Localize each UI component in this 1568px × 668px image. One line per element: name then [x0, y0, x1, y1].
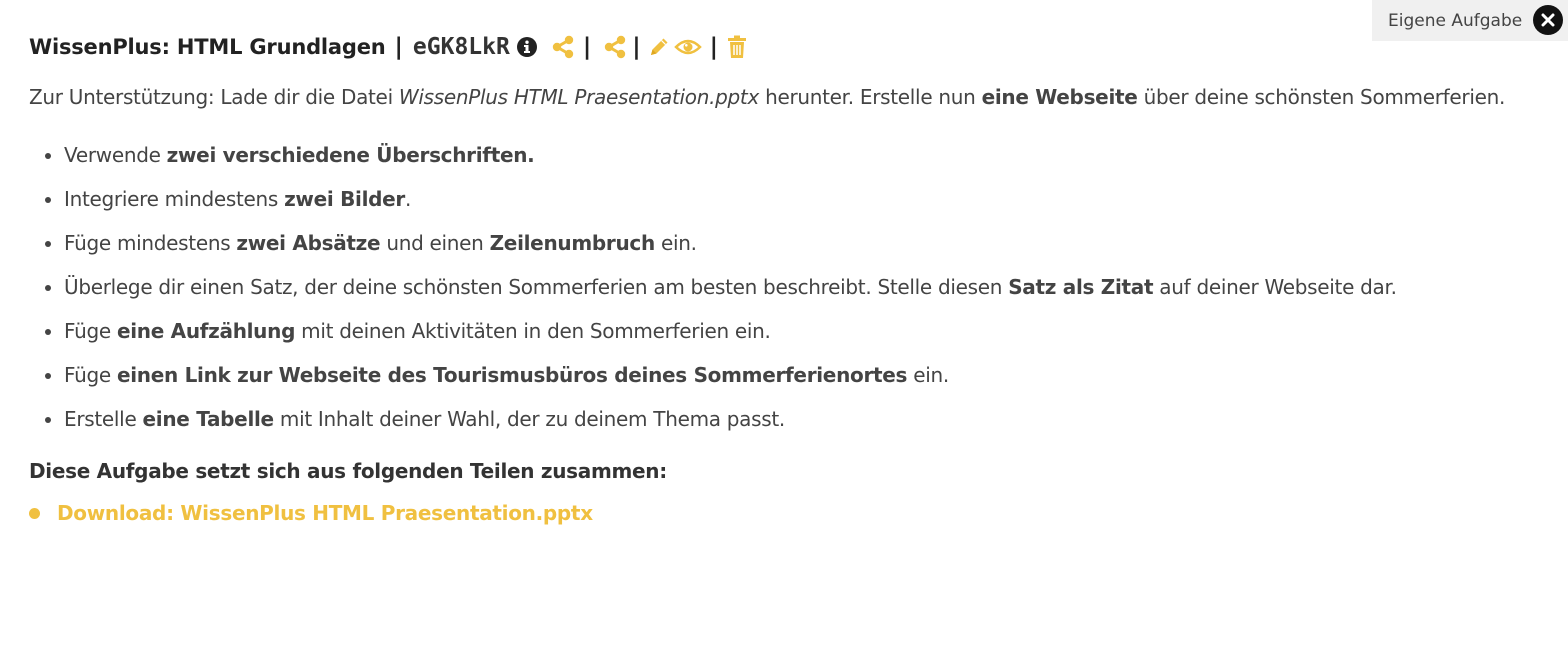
share-icon[interactable] [604, 35, 626, 59]
close-icon[interactable] [1533, 5, 1563, 35]
file-name: WissenPlus HTML Praesentation.pptx [398, 85, 760, 109]
list-item: Verwende zwei verschiedene Überschriften… [64, 137, 1529, 173]
action-separator: | [582, 34, 592, 60]
task-code: eGK8LkR [412, 34, 510, 60]
trash-icon[interactable] [727, 35, 747, 59]
share-icon[interactable] [552, 35, 574, 59]
action-separator: | [632, 34, 641, 60]
list-item: Integriere mindestens zwei Bilder. [64, 181, 1529, 217]
title-separator: | [394, 34, 403, 60]
task-header: WissenPlus: HTML Grundlagen | eGK8LkR | … [29, 28, 1529, 66]
download-link[interactable]: Download: WissenPlus HTML Praesentation.… [57, 501, 593, 525]
task-content: WissenPlus: HTML Grundlagen | eGK8LkR | … [29, 28, 1529, 525]
list-item: Überlege dir einen Satz, der deine schön… [64, 269, 1529, 305]
list-item: Füge einen Link zur Webseite des Tourism… [64, 357, 1529, 393]
task-list: Verwende zwei verschiedene Überschriften… [29, 137, 1529, 437]
action-separator: | [709, 34, 719, 60]
bullet-dot-icon [29, 507, 40, 519]
info-circle-icon[interactable] [516, 36, 538, 58]
task-title: WissenPlus: HTML Grundlagen [29, 35, 386, 59]
list-item: Erstelle eine Tabelle mit Inhalt deiner … [64, 401, 1529, 437]
eye-icon[interactable] [673, 37, 702, 57]
pencil-icon[interactable] [647, 35, 671, 59]
list-item: Füge eine Aufzählung mit deinen Aktivitä… [64, 313, 1529, 349]
parts-heading: Diese Aufgabe setzt sich aus folgenden T… [29, 459, 667, 483]
intro-emphasis: eine Webseite [981, 85, 1138, 109]
task-intro: Zur Unterstützung: Lade dir die Datei Wi… [29, 85, 1506, 109]
download-item: Download: WissenPlus HTML Praesentation.… [29, 501, 1529, 525]
list-item: Füge mindestens zwei Absätze und einen Z… [64, 225, 1529, 261]
